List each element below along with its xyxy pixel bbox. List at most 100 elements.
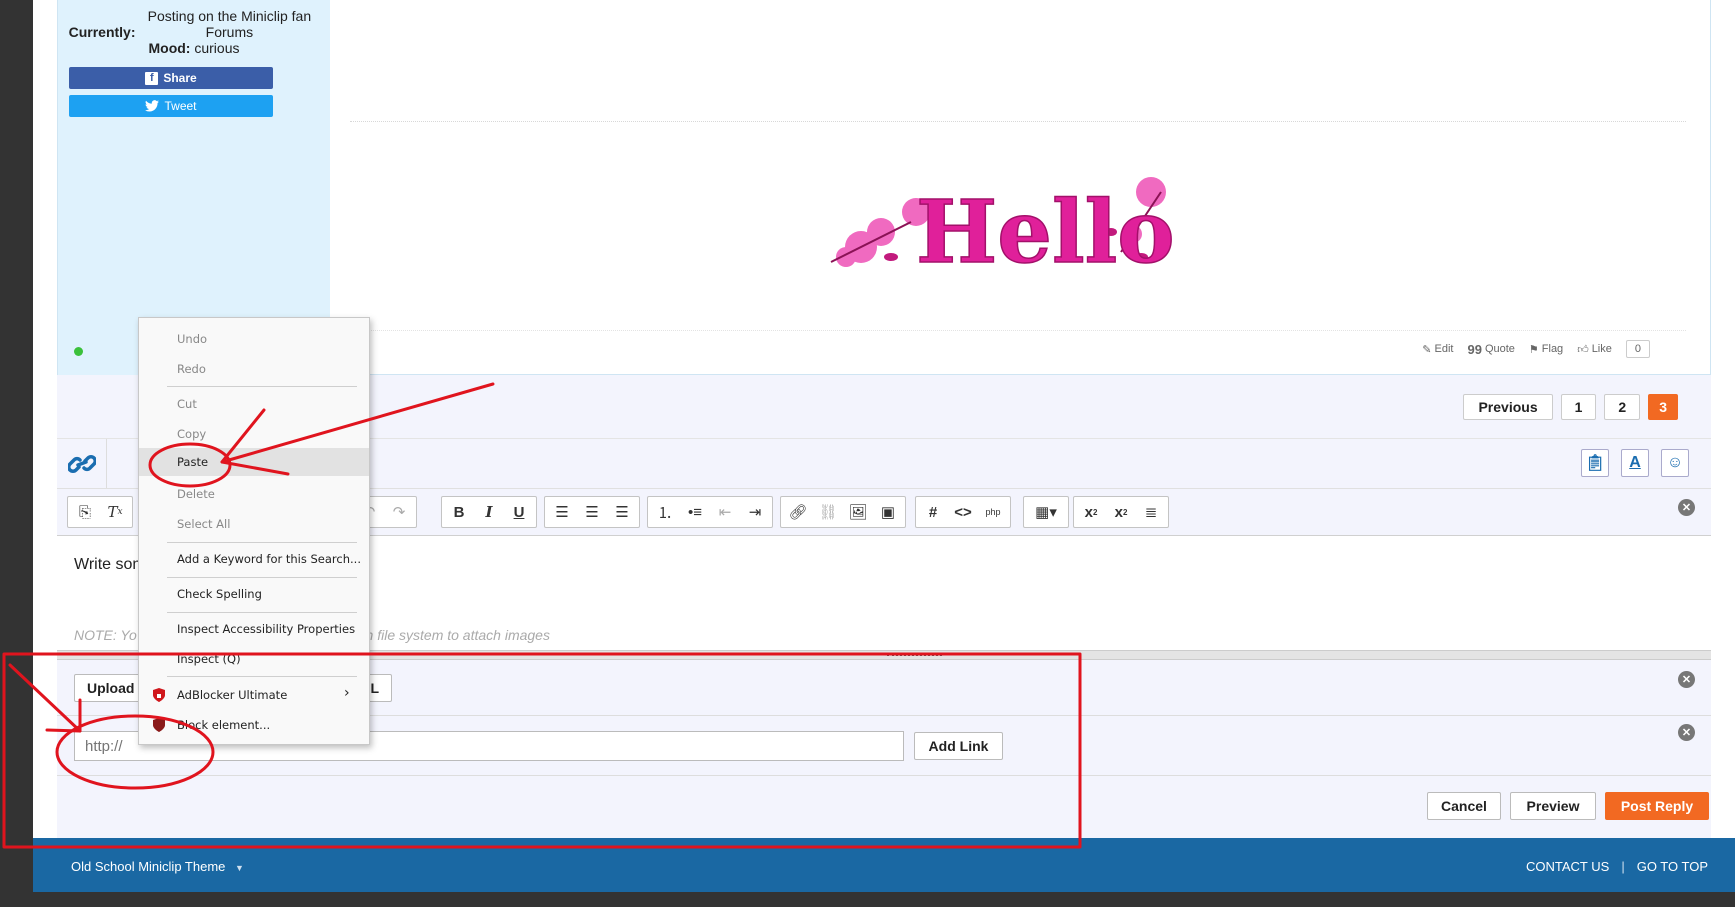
like-count: 0 <box>1625 340 1650 358</box>
superscript-icon[interactable]: x2 <box>1108 500 1134 524</box>
toolbar-group-media: 🔗︎ ⛓ 🖼︎ ▣ <box>780 496 906 528</box>
facebook-icon: f <box>145 71 159 85</box>
horizontal-rule-icon[interactable]: ≣ <box>1138 500 1164 524</box>
thumbs-up-icon: 👍︎ <box>1577 343 1589 356</box>
remove-format-icon[interactable]: Tx <box>102 500 128 524</box>
chain-link-icon <box>67 455 96 473</box>
close-link-icon[interactable]: ✕ <box>1678 724 1695 741</box>
menu-divider <box>167 542 357 543</box>
preview-button[interactable]: Preview <box>1510 792 1596 820</box>
indent-icon[interactable]: ⇥ <box>742 500 768 524</box>
subscript-icon[interactable]: x2 <box>1078 500 1104 524</box>
italic-icon[interactable]: I <box>476 500 502 524</box>
hashtag-icon[interactable]: # <box>920 500 946 524</box>
add-link-button[interactable]: Add Link <box>914 732 1003 760</box>
menu-divider <box>167 577 357 578</box>
quote-icon: 99 <box>1467 341 1482 357</box>
author-status: Currently: Posting on the Miniclip fan F… <box>58 8 330 56</box>
menu-divider <box>167 676 357 677</box>
close-toolbar-icon[interactable]: ✕ <box>1678 499 1695 516</box>
hello-text: Hello <box>916 182 1175 283</box>
body-placeholder: Write som <box>74 556 146 573</box>
php-icon[interactable]: php <box>980 500 1006 524</box>
site-footer: Old School Miniclip Theme ▼ CONTACT US |… <box>33 838 1735 892</box>
flag-icon: ⚑ <box>1528 343 1539 356</box>
align-right-icon[interactable]: ☰ <box>609 500 635 524</box>
cancel-button[interactable]: Cancel <box>1427 792 1501 820</box>
toolbar-group-script: x2 x2 ≣ <box>1073 496 1169 528</box>
page-2-button[interactable]: 2 <box>1604 394 1641 420</box>
post-actions: ✎ Edit 99 Quote ⚑ Flag 👍︎ Like 0 <box>1422 340 1650 358</box>
post-reply-button[interactable]: Post Reply <box>1605 792 1709 820</box>
align-center-icon[interactable]: ☰ <box>579 500 605 524</box>
menu-inspect[interactable]: Inspect (Q) <box>139 645 369 673</box>
online-status-dot <box>74 347 83 356</box>
caret-down-icon: ▼ <box>235 863 244 873</box>
toolbar-group-source: ⎘ Tx <box>67 496 133 528</box>
align-left-icon[interactable]: ☰ <box>549 500 575 524</box>
menu-adblocker[interactable]: AdBlocker Ultimate <box>139 681 369 709</box>
link-icon[interactable]: 🔗︎ <box>785 500 811 524</box>
link-tab[interactable] <box>57 439 107 489</box>
redo-icon[interactable]: ↷ <box>386 500 412 524</box>
theme-selector[interactable]: Old School Miniclip Theme ▼ <box>71 859 244 874</box>
media-embed-icon[interactable]: ▣ <box>875 500 901 524</box>
context-menu: Undo Redo Cut Copy Paste Delete Select A… <box>138 317 370 745</box>
menu-copy[interactable]: Copy <box>139 420 369 448</box>
code-icon[interactable]: <> <box>950 500 976 524</box>
menu-select-all[interactable]: Select All <box>139 510 369 538</box>
previous-page-button[interactable]: Previous <box>1463 394 1553 420</box>
go-to-top-link[interactable]: GO TO TOP <box>1637 859 1708 874</box>
menu-paste[interactable]: Paste <box>139 448 369 476</box>
toolbar-group-align: ☰ ☰ ☰ <box>544 496 640 528</box>
menu-block-element[interactable]: Block element... <box>139 711 369 739</box>
menu-undo[interactable]: Undo <box>139 325 369 353</box>
attach-note: NOTE: Yo re from file system to attach i… <box>74 627 550 643</box>
mood-value: curious <box>194 40 240 56</box>
footer-links: CONTACT US | GO TO TOP <box>1526 859 1708 874</box>
post-footer-divider <box>350 330 1686 331</box>
footer-separator: | <box>1621 859 1625 874</box>
numbered-list-icon[interactable]: ⒈ <box>652 500 678 524</box>
toolbar-group-lists: ⒈ •≡ ⇤ ⇥ <box>647 496 773 528</box>
post-divider <box>350 121 1686 122</box>
menu-delete[interactable]: Delete <box>139 480 369 508</box>
edit-action[interactable]: ✎ Edit <box>1422 343 1453 356</box>
currently-value: Posting on the Miniclip fan Forums <box>147 8 312 40</box>
table-icon[interactable]: ▦▾ <box>1028 500 1064 524</box>
tweet-button[interactable]: Tweet <box>69 95 273 117</box>
contact-us-link[interactable]: CONTACT US <box>1526 859 1609 874</box>
like-action[interactable]: 👍︎ Like <box>1577 343 1612 356</box>
twitter-icon <box>145 100 160 112</box>
share-button[interactable]: f Share <box>69 67 273 89</box>
clipboard-icon[interactable]: 📋︎ <box>1581 449 1609 477</box>
tweet-label: Tweet <box>164 99 197 113</box>
source-icon[interactable]: ⎘ <box>72 500 98 524</box>
pencil-icon: ✎ <box>1422 343 1432 356</box>
share-label: Share <box>163 71 197 85</box>
page-1-button[interactable]: 1 <box>1560 394 1597 420</box>
menu-redo[interactable]: Redo <box>139 355 369 383</box>
menu-cut[interactable]: Cut <box>139 390 369 418</box>
page-3-button[interactable]: 3 <box>1648 394 1678 420</box>
underline-icon[interactable]: U <box>506 500 532 524</box>
toolbar-group-text-style: B I U <box>441 496 537 528</box>
quote-action[interactable]: 99 Quote <box>1467 342 1514 357</box>
unlink-icon[interactable]: ⛓ <box>815 500 841 524</box>
flag-action[interactable]: ⚑ Flag <box>1529 343 1563 356</box>
editor-extra-icons: 📋︎ A ☺ <box>1581 449 1689 477</box>
toolbar-group-table: ▦▾ <box>1023 496 1069 528</box>
menu-add-keyword[interactable]: Add a Keyword for this Search... <box>139 545 369 573</box>
emoji-icon[interactable]: ☺ <box>1661 449 1689 477</box>
menu-inspect-accessibility[interactable]: Inspect Accessibility Properties <box>139 615 369 643</box>
outdent-icon[interactable]: ⇤ <box>712 500 738 524</box>
text-color-icon[interactable]: A <box>1621 449 1649 477</box>
bullet-list-icon[interactable]: •≡ <box>682 500 708 524</box>
image-icon[interactable]: 🖼︎ <box>845 500 871 524</box>
close-upload-icon[interactable]: ✕ <box>1678 671 1695 688</box>
submenu-chevron-icon: › <box>344 685 350 701</box>
currently-label: Currently: <box>68 24 136 40</box>
menu-divider <box>167 612 357 613</box>
bold-icon[interactable]: B <box>446 500 472 524</box>
menu-check-spelling[interactable]: Check Spelling <box>139 580 369 608</box>
